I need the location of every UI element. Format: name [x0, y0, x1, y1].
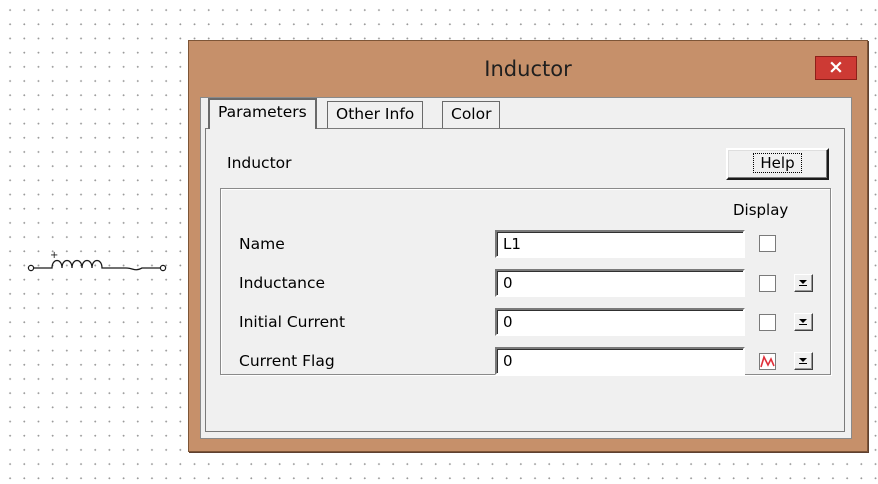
inductor-dialog: Inductor × Parameters Other Info Color I…	[188, 40, 868, 452]
current-flag-label: Current Flag	[239, 352, 335, 370]
inductor-symbol[interactable]: +	[22, 248, 172, 282]
parameters-pane: Inductor Help Display Name L1 Inductance…	[205, 128, 845, 432]
name-label: Name	[239, 235, 285, 253]
close-icon: ×	[828, 56, 844, 78]
title-bar[interactable]: Inductor ×	[189, 41, 867, 101]
tab-color[interactable]: Color	[442, 101, 501, 128]
dialog-client-area: Parameters Other Info Color Inductor Hel…	[200, 97, 852, 439]
terminal-left	[27, 264, 35, 272]
help-button[interactable]: Help	[726, 148, 829, 180]
terminal-right	[159, 264, 167, 272]
dialog-title: Inductor	[484, 57, 572, 81]
current-flag-field[interactable]: 0	[495, 347, 745, 375]
current-flag-dropdown-button[interactable]	[794, 352, 813, 370]
waveform-icon	[760, 354, 775, 368]
initial-current-dropdown-button[interactable]	[794, 313, 813, 331]
close-button[interactable]: ×	[815, 56, 857, 80]
inductor-coil	[33, 259, 161, 271]
component-label: Inductor	[227, 154, 292, 172]
inductance-field[interactable]: 0	[495, 269, 745, 297]
initial-current-display-checkbox[interactable]	[759, 314, 776, 331]
tab-parameters[interactable]: Parameters	[208, 98, 317, 129]
tab-other-info[interactable]: Other Info	[327, 101, 424, 128]
name-field[interactable]: L1	[495, 230, 745, 258]
help-button-label: Help	[753, 153, 802, 173]
inductance-label: Inductance	[239, 274, 326, 292]
name-display-checkbox[interactable]	[759, 235, 776, 252]
inductance-dropdown-button[interactable]	[794, 274, 813, 292]
initial-current-label: Initial Current	[239, 313, 346, 331]
inductance-display-checkbox[interactable]	[759, 275, 776, 292]
polarity-mark: +	[50, 250, 58, 261]
current-flag-display-checkbox[interactable]	[759, 353, 776, 370]
parameters-group: Display Name L1 Inductance 0 Initial Cur…	[220, 188, 831, 375]
display-column-header: Display	[733, 201, 789, 219]
initial-current-field[interactable]: 0	[495, 308, 745, 336]
